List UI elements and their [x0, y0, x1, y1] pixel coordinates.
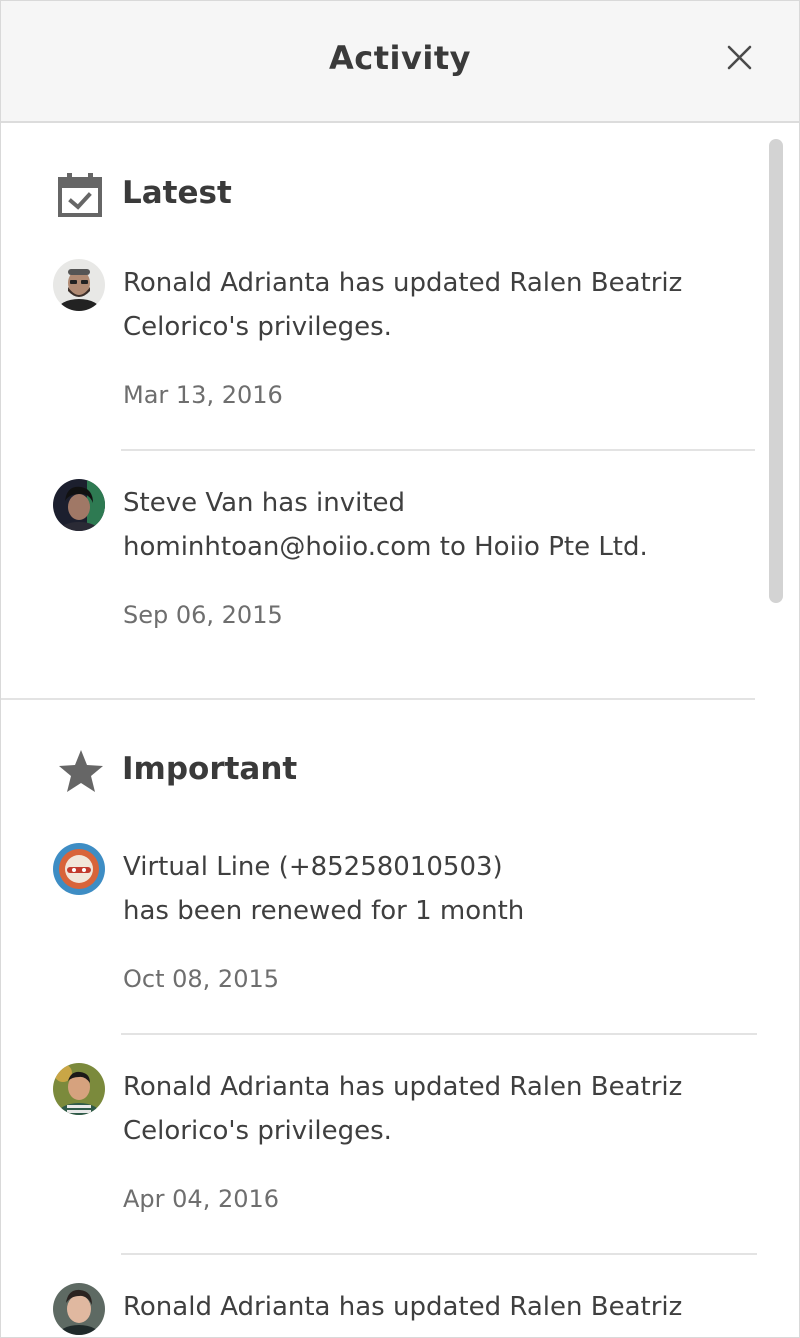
activity-panel: Activity Latest Ronald Adrianta has upda… — [0, 0, 800, 1338]
activity-date: Oct 08, 2015 — [123, 965, 279, 993]
avatar — [53, 1283, 105, 1335]
activity-text: Steve Van has invited hominhtoan@hoiio.c… — [123, 481, 723, 569]
section-header-important: Important — [56, 747, 356, 795]
activity-text-line: Ronald Adrianta has updated Ralen Beatri… — [123, 1292, 683, 1322]
activity-item[interactable]: Ronald Adrianta has updated Ralen Beatri… — [53, 1283, 759, 1337]
activity-text: Virtual Line (+85258010503) has been ren… — [123, 845, 723, 933]
activity-item[interactable]: Ronald Adrianta has updated Ralen Beatri… — [53, 259, 759, 429]
scrollbar-thumb[interactable] — [769, 139, 783, 603]
close-icon[interactable] — [719, 37, 759, 77]
avatar — [53, 479, 105, 531]
avatar — [53, 843, 105, 895]
panel-title: Activity — [329, 39, 471, 77]
divider — [121, 1253, 757, 1255]
calendar-check-icon — [58, 173, 102, 217]
user-avatar-icon — [53, 259, 105, 311]
activity-item[interactable]: Steve Van has invited hominhtoan@hoiio.c… — [53, 479, 759, 649]
avatar — [53, 1063, 105, 1115]
line-avatar-icon — [53, 843, 105, 895]
section-header-latest: Latest — [56, 171, 356, 219]
activity-date: Sep 06, 2015 — [123, 601, 283, 629]
panel-header: Activity — [1, 1, 799, 123]
activity-text: Ronald Adrianta has updated Ralen Beatri… — [123, 261, 723, 349]
close-button[interactable] — [719, 37, 759, 77]
activity-text-line: Steve Van has invited — [123, 488, 406, 518]
divider — [121, 449, 755, 451]
activity-text-line: Celorico's privileges. — [123, 1116, 392, 1146]
star-icon — [59, 750, 103, 792]
user-avatar-icon — [53, 1063, 105, 1115]
section-divider — [1, 698, 755, 700]
activity-date: Apr 04, 2016 — [123, 1185, 280, 1213]
activity-text-line: Virtual Line (+85258010503) — [123, 852, 503, 882]
section-title: Important — [122, 751, 298, 787]
activity-text: Ronald Adrianta has updated Ralen Beatri… — [123, 1285, 723, 1329]
user-avatar-icon — [53, 479, 105, 531]
activity-item[interactable]: Ronald Adrianta has updated Ralen Beatri… — [53, 1063, 759, 1233]
divider — [121, 1033, 757, 1035]
activity-text: Ronald Adrianta has updated Ralen Beatri… — [123, 1065, 723, 1153]
activity-date: Mar 13, 2016 — [123, 381, 283, 409]
section-title: Latest — [122, 175, 232, 211]
activity-text-line: has been renewed for 1 month — [123, 896, 525, 926]
activity-text-line: hominhtoan@hoiio.com to Hoiio Pte Ltd. — [123, 532, 648, 562]
avatar — [53, 259, 105, 311]
activity-text-line: Ronald Adrianta has updated Ralen Beatri… — [123, 1072, 683, 1102]
user-avatar-icon — [53, 1283, 105, 1335]
activity-item[interactable]: Virtual Line (+85258010503) has been ren… — [53, 843, 759, 1013]
activity-text-line: Celorico's privileges. — [123, 312, 392, 342]
activity-text-line: Ronald Adrianta has updated Ralen Beatri… — [123, 268, 683, 298]
